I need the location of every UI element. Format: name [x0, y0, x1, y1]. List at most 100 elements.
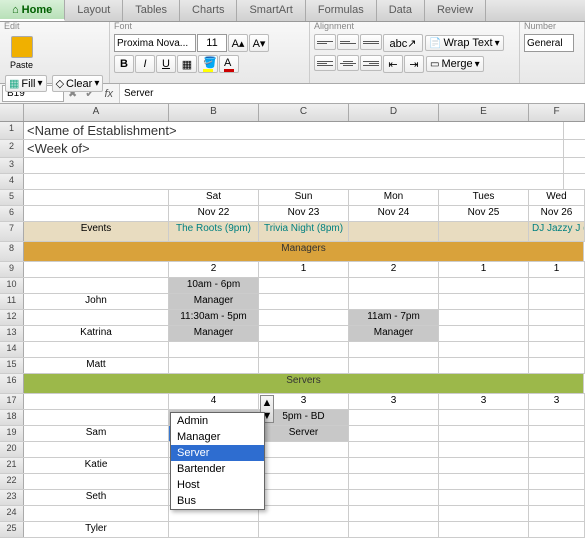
- cell[interactable]: 11:30am - 5pm: [169, 310, 259, 325]
- shrink-font-button[interactable]: A▾: [249, 34, 269, 52]
- row-header[interactable]: 1: [0, 122, 24, 139]
- cell[interactable]: [439, 458, 529, 473]
- cell[interactable]: [439, 442, 529, 457]
- dropdown-option[interactable]: Admin: [171, 413, 264, 429]
- managers-band[interactable]: Managers: [24, 242, 584, 261]
- row-header[interactable]: 24: [0, 506, 24, 521]
- cell[interactable]: [349, 426, 439, 441]
- cell[interactable]: [529, 278, 585, 293]
- cell[interactable]: [439, 278, 529, 293]
- cell[interactable]: [439, 310, 529, 325]
- cell[interactable]: Nov 22: [169, 206, 259, 221]
- cell[interactable]: [439, 326, 529, 341]
- cell[interactable]: [439, 410, 529, 425]
- row-header[interactable]: 18: [0, 410, 24, 425]
- cell[interactable]: [24, 410, 169, 425]
- cell[interactable]: Seth: [24, 490, 169, 505]
- cell[interactable]: 3: [439, 394, 529, 409]
- row-header[interactable]: 8: [0, 242, 24, 261]
- align-top-button[interactable]: [314, 34, 336, 50]
- cell[interactable]: Mon: [349, 190, 439, 205]
- orientation-button[interactable]: abc↗: [383, 34, 423, 52]
- cell[interactable]: Sun: [259, 190, 349, 205]
- dropdown-option[interactable]: Manager: [171, 429, 264, 445]
- cell[interactable]: Nov 24: [349, 206, 439, 221]
- cell[interactable]: [529, 506, 585, 521]
- row-header[interactable]: 2: [0, 140, 24, 157]
- cell[interactable]: [349, 522, 439, 537]
- col-header-b[interactable]: B: [169, 104, 259, 121]
- cell[interactable]: [24, 310, 169, 325]
- cell[interactable]: [439, 426, 529, 441]
- row-header[interactable]: 16: [0, 374, 24, 393]
- formula-input[interactable]: [119, 84, 585, 103]
- cell[interactable]: [24, 262, 169, 277]
- col-header-e[interactable]: E: [439, 104, 529, 121]
- cell[interactable]: 3: [529, 394, 585, 409]
- cell[interactable]: 11am - 7pm: [349, 310, 439, 325]
- cell[interactable]: <Week of>: [24, 140, 564, 157]
- cell[interactable]: Events: [24, 222, 169, 241]
- select-all-corner[interactable]: [0, 104, 24, 121]
- cell[interactable]: Sat: [169, 190, 259, 205]
- cell[interactable]: [349, 278, 439, 293]
- cell[interactable]: Nov 25: [439, 206, 529, 221]
- cell[interactable]: [439, 490, 529, 505]
- col-header-c[interactable]: C: [259, 104, 349, 121]
- font-size-select[interactable]: [197, 34, 227, 52]
- cell[interactable]: [529, 358, 585, 373]
- cell[interactable]: [24, 442, 169, 457]
- cell[interactable]: [259, 490, 349, 505]
- cell[interactable]: [439, 294, 529, 309]
- cell[interactable]: 1: [259, 262, 349, 277]
- cell[interactable]: Matt: [24, 358, 169, 373]
- number-format-select[interactable]: [524, 34, 574, 52]
- row-header[interactable]: 17: [0, 394, 24, 409]
- fill-color-button[interactable]: 🪣: [198, 55, 218, 73]
- row-header[interactable]: 23: [0, 490, 24, 505]
- tab-tables[interactable]: Tables: [123, 0, 180, 21]
- cell[interactable]: [169, 358, 259, 373]
- row-header[interactable]: 19: [0, 426, 24, 441]
- cell[interactable]: Server: [259, 426, 349, 441]
- dropdown-option-selected[interactable]: Server: [171, 445, 264, 461]
- tab-review[interactable]: Review: [425, 0, 486, 21]
- row-header[interactable]: 3: [0, 158, 24, 173]
- cell[interactable]: [439, 222, 529, 241]
- cell[interactable]: [24, 506, 169, 521]
- paste-button[interactable]: Paste: [4, 34, 39, 72]
- row-header[interactable]: 4: [0, 174, 24, 189]
- cell[interactable]: [259, 522, 349, 537]
- cell[interactable]: [24, 158, 564, 173]
- grow-font-button[interactable]: A▴: [228, 34, 248, 52]
- cell[interactable]: [349, 294, 439, 309]
- tab-formulas[interactable]: Formulas: [306, 0, 377, 21]
- cell[interactable]: [259, 358, 349, 373]
- row-header[interactable]: 25: [0, 522, 24, 537]
- fill-button[interactable]: ▦Fill ▾: [5, 75, 47, 92]
- cell[interactable]: [529, 294, 585, 309]
- cell[interactable]: [529, 442, 585, 457]
- cell[interactable]: Manager: [169, 326, 259, 341]
- cell[interactable]: [259, 310, 349, 325]
- cell[interactable]: [259, 294, 349, 309]
- border-button[interactable]: ▦: [177, 55, 197, 73]
- row-header[interactable]: 9: [0, 262, 24, 277]
- align-bottom-button[interactable]: [360, 34, 382, 50]
- row-header[interactable]: 12: [0, 310, 24, 325]
- cell[interactable]: [439, 474, 529, 489]
- row-header[interactable]: 15: [0, 358, 24, 373]
- cell[interactable]: <Name of Establishment>: [24, 122, 564, 139]
- cell[interactable]: [259, 326, 349, 341]
- cell[interactable]: [349, 442, 439, 457]
- cell[interactable]: [529, 410, 585, 425]
- cell[interactable]: [259, 342, 349, 357]
- cell[interactable]: [529, 310, 585, 325]
- align-right-button[interactable]: [360, 55, 382, 71]
- row-header[interactable]: 11: [0, 294, 24, 309]
- cell[interactable]: Wed: [529, 190, 585, 205]
- cell[interactable]: [169, 342, 259, 357]
- italic-button[interactable]: I: [135, 55, 155, 73]
- cell[interactable]: [259, 442, 349, 457]
- cell[interactable]: [349, 358, 439, 373]
